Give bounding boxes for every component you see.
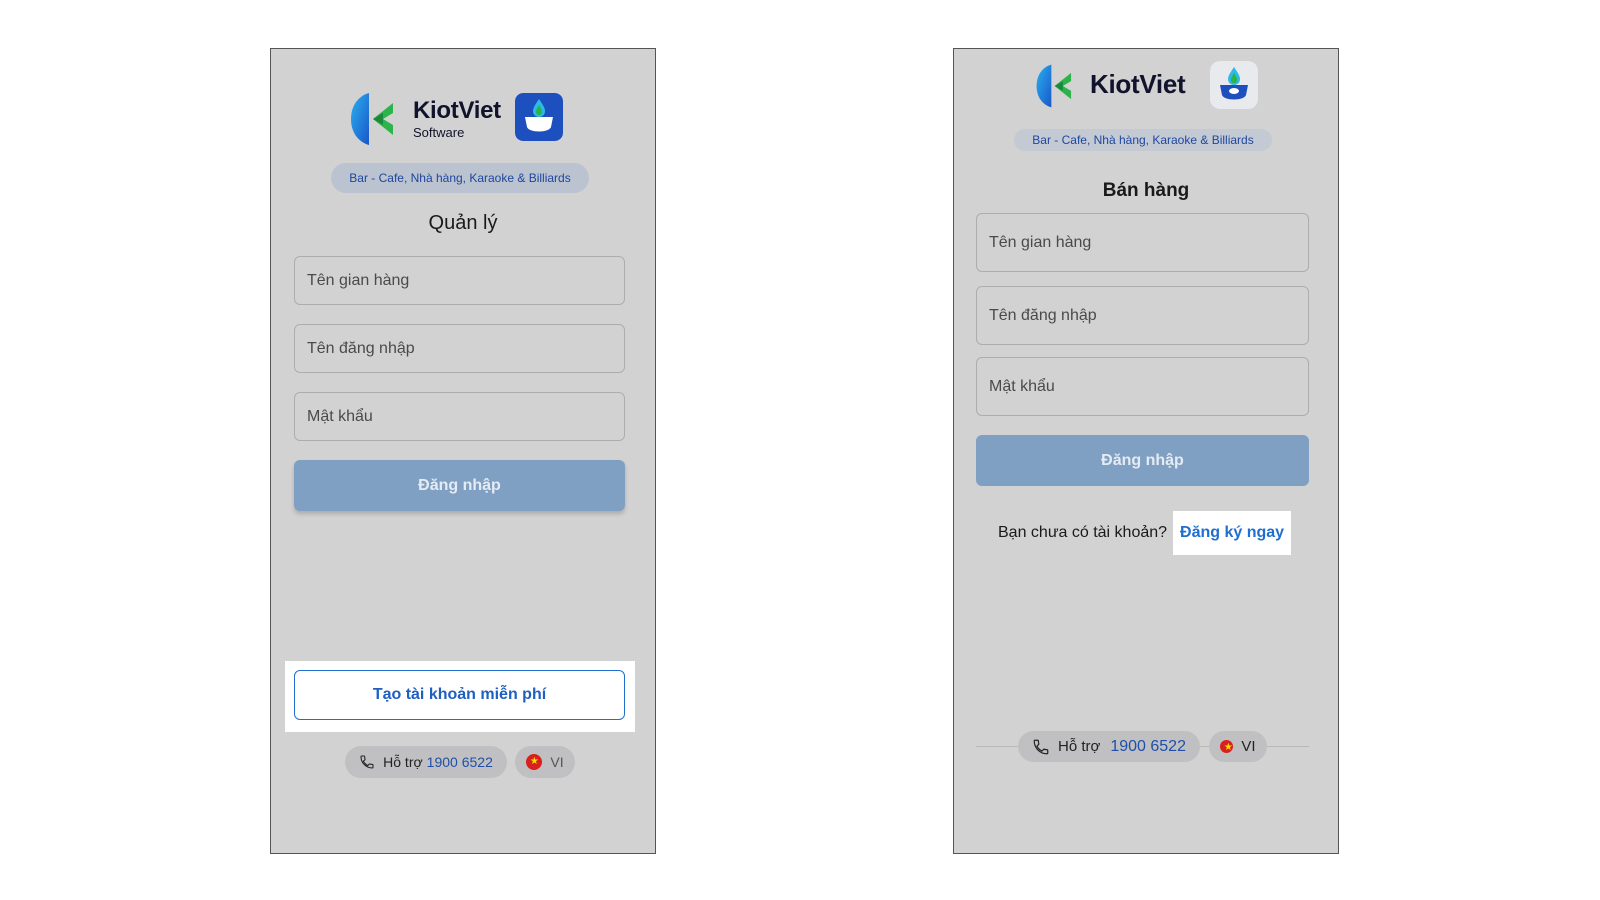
register-prompt: Bạn chưa có tài khoản? Đăng ký ngay [998, 511, 1292, 555]
shop-name-placeholder: Tên gian hàng [989, 233, 1092, 251]
shop-name-field[interactable]: Tên gian hàng [294, 256, 625, 305]
support-label: Hỗ trợ [1058, 738, 1101, 755]
phone-icon [360, 755, 374, 769]
kiotviet-logo-icon [1036, 64, 1072, 108]
brand-name: KiotViet [413, 97, 501, 124]
industry-badge: Bar - Cafe, Nhà hàng, Karaoke & Billiard… [1014, 129, 1272, 151]
brand-subtitle: Software [413, 125, 465, 140]
register-now-link[interactable]: Đăng ký ngay [1173, 511, 1292, 555]
fnb-app-icon [1210, 61, 1258, 109]
vietnam-flag-icon [1220, 740, 1236, 756]
username-placeholder: Tên đăng nhập [989, 306, 1097, 324]
no-account-text: Bạn chưa có tài khoản? [998, 524, 1168, 541]
page-title: Quản lý [428, 212, 498, 234]
language-chip[interactable]: VI [515, 746, 575, 778]
support-chip[interactable]: Hỗ trợ 1900 6522 [1018, 731, 1200, 762]
password-placeholder: Mật khẩu [307, 407, 373, 425]
fnb-app-icon [515, 93, 563, 141]
language-chip[interactable]: VI [1209, 731, 1267, 762]
password-field[interactable]: Mật khẩu [976, 357, 1309, 416]
support-label: Hỗ trợ [383, 754, 423, 770]
page-title: Bán hàng [1102, 180, 1190, 201]
password-placeholder: Mật khẩu [989, 377, 1055, 395]
industry-badge: Bar - Cafe, Nhà hàng, Karaoke & Billiard… [331, 163, 589, 193]
support-chip[interactable]: Hỗ trợ 1900 6522 [345, 746, 507, 778]
create-free-account-button[interactable]: Tạo tài khoản miễn phí [294, 670, 625, 720]
shop-name-field[interactable]: Tên gian hàng [976, 213, 1309, 272]
username-field[interactable]: Tên đăng nhập [294, 324, 625, 373]
support-phone[interactable]: 1900 6522 [1110, 738, 1186, 756]
phone-screen-sales: KiotViet Bar - Cafe, Nhà hàng, Karaoke &… [953, 48, 1339, 854]
username-placeholder: Tên đăng nhập [307, 339, 415, 357]
language-label: VI [550, 754, 564, 770]
phone-icon [1033, 739, 1049, 754]
login-button[interactable]: Đăng nhập [294, 460, 625, 511]
language-label: VI [1241, 738, 1256, 755]
brand-name: KiotViet [1090, 69, 1186, 99]
vietnam-flag-icon [526, 754, 543, 770]
shop-name-placeholder: Tên gian hàng [307, 271, 410, 289]
kiotviet-logo-icon [351, 93, 393, 145]
password-field[interactable]: Mật khẩu [294, 392, 625, 441]
phone-screen-manager: KiotViet Software Bar - Cafe, Nhà hàng, … [270, 48, 656, 854]
login-button[interactable]: Đăng nhập [976, 435, 1309, 486]
username-field[interactable]: Tên đăng nhập [976, 286, 1309, 345]
support-phone[interactable]: 1900 6522 [427, 754, 493, 770]
